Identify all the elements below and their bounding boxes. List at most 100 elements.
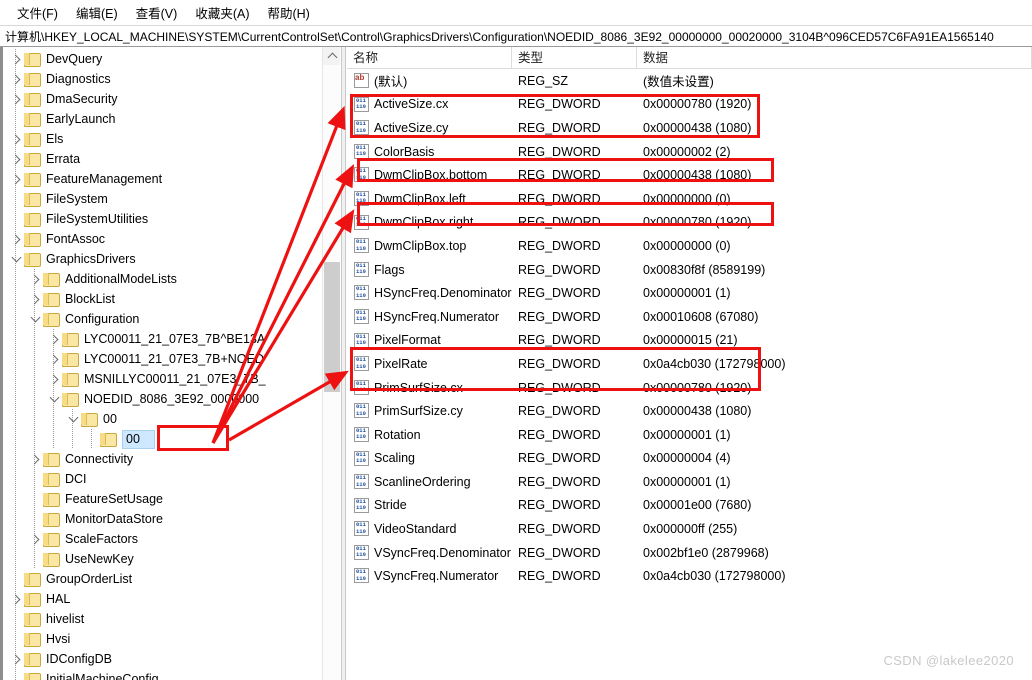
address-bar[interactable]: 计算机\HKEY_LOCAL_MACHINE\SYSTEM\CurrentCon…	[0, 25, 1032, 47]
tree-item[interactable]: FeatureManagement	[0, 169, 322, 189]
tree-item[interactable]: FileSystem	[0, 189, 322, 209]
scroll-up-button[interactable]	[323, 47, 340, 65]
tree-item[interactable]: InitialMachineConfig	[0, 669, 322, 680]
value-type: REG_DWORD	[518, 522, 601, 537]
tree-item[interactable]: FontAssoc	[0, 229, 322, 249]
folder-icon	[24, 172, 41, 187]
table-row[interactable]: Scaling REG_DWORD 0x00000004 (4)	[347, 447, 1032, 471]
column-header-name[interactable]: 名称	[347, 47, 512, 69]
table-row[interactable]: PixelRate REG_DWORD 0x0a4cb030 (172798000)	[347, 352, 1032, 376]
tree-item[interactable]: FileSystemUtilities	[0, 209, 322, 229]
tree-item[interactable]: LYC00011_21_07E3_7B+NOED	[0, 349, 322, 369]
table-row[interactable]: Stride REG_DWORD 0x00001e00 (7680)	[347, 494, 1032, 518]
chevron-right-icon[interactable]	[8, 89, 24, 109]
column-header-type[interactable]: 类型	[512, 47, 637, 69]
chevron-right-icon[interactable]	[8, 229, 24, 249]
tree-item[interactable]: DevQuery	[0, 49, 322, 69]
menu-favorites[interactable]: 收藏夹(A)	[186, 0, 258, 25]
table-row[interactable]: VSyncFreq.Denominator REG_DWORD 0x002bf1e0…	[347, 541, 1032, 565]
scrollbar-thumb[interactable]	[324, 262, 340, 392]
chevron-right-icon[interactable]	[27, 269, 43, 289]
chevron-right-icon[interactable]	[46, 349, 62, 369]
chevron-right-icon[interactable]	[8, 649, 24, 669]
tree-item-selected[interactable]: 00	[0, 429, 322, 449]
tree-item[interactable]: UseNewKey	[0, 549, 322, 569]
menu-file[interactable]: 文件(F)	[8, 0, 67, 25]
tree-guide-line	[15, 269, 16, 289]
tree-item[interactable]: ScaleFactors	[0, 529, 322, 549]
table-row[interactable]: PrimSurfSize.cx REG_DWORD 0x00000780 (1920…	[347, 376, 1032, 400]
tree-item[interactable]: MSNILLYC00011_21_07E3_7B_	[0, 369, 322, 389]
value-name: (默认)	[374, 75, 408, 90]
tree-item[interactable]: DmaSecurity	[0, 89, 322, 109]
table-row[interactable]: ScanlineOrdering REG_DWORD 0x00000001 (1)	[347, 470, 1032, 494]
chevron-right-icon[interactable]	[27, 449, 43, 469]
table-row[interactable]: PixelFormat REG_DWORD 0x00000015 (21)	[347, 329, 1032, 353]
table-row[interactable]: ColorBasis REG_DWORD 0x00000002 (2)	[347, 140, 1032, 164]
chevron-right-icon[interactable]	[27, 529, 43, 549]
chevron-down-icon[interactable]	[27, 309, 43, 329]
table-row[interactable]: Rotation REG_DWORD 0x00000001 (1)	[347, 423, 1032, 447]
chevron-right-icon[interactable]	[8, 129, 24, 149]
chevron-down-icon[interactable]	[65, 409, 81, 429]
chevron-down-icon[interactable]	[46, 389, 62, 409]
chevron-right-icon[interactable]	[8, 149, 24, 169]
tree-item[interactable]: 00	[0, 409, 322, 429]
chevron-right-icon[interactable]	[8, 589, 24, 609]
chevron-right-icon[interactable]	[46, 369, 62, 389]
tree-vertical-scrollbar[interactable]	[322, 47, 340, 680]
value-list-pane: 名称 类型 数据 (默认) REG_SZ (数值未设置) ActiveSize.cx R…	[347, 47, 1032, 680]
table-row[interactable]: DwmClipBox.bottom REG_DWORD 0x00000438 (10…	[347, 163, 1032, 187]
pane-splitter[interactable]	[341, 47, 346, 680]
tree-item[interactable]: FeatureSetUsage	[0, 489, 322, 509]
tree-item[interactable]: Diagnostics	[0, 69, 322, 89]
table-row[interactable]: DwmClipBox.top REG_DWORD 0x00000000 (0)	[347, 234, 1032, 258]
tree-item[interactable]: LYC00011_21_07E3_7B^BE13A	[0, 329, 322, 349]
table-row[interactable]: ActiveSize.cy REG_DWORD 0x00000438 (1080)	[347, 116, 1032, 140]
value-data: 0x00000780 (1920)	[643, 380, 752, 395]
tree-item[interactable]: MonitorDataStore	[0, 509, 322, 529]
tree-item[interactable]: AdditionalModeLists	[0, 269, 322, 289]
tree-leaf-spacer	[8, 669, 24, 680]
chevron-right-icon[interactable]	[8, 169, 24, 189]
menu-help[interactable]: 帮助(H)	[258, 0, 318, 25]
table-row[interactable]: DwmClipBox.right REG_DWORD 0x00000780 (192…	[347, 211, 1032, 235]
tree-item[interactable]: DCI	[0, 469, 322, 489]
table-row[interactable]: ActiveSize.cx REG_DWORD 0x00000780 (1920)	[347, 93, 1032, 117]
menu-edit[interactable]: 编辑(E)	[67, 0, 127, 25]
tree-item[interactable]: EarlyLaunch	[0, 109, 322, 129]
chevron-right-icon[interactable]	[46, 329, 62, 349]
column-header-data[interactable]: 数据	[637, 47, 1032, 69]
chevron-down-icon[interactable]	[8, 249, 24, 269]
folder-icon	[43, 512, 60, 527]
tree-item[interactable]: NOEDID_8086_3E92_0000000	[0, 389, 322, 409]
value-data: 0x002bf1e0 (2879968)	[643, 545, 769, 560]
tree-item[interactable]: Errata	[0, 149, 322, 169]
chevron-right-icon[interactable]	[8, 49, 24, 69]
table-row[interactable]: HSyncFreq.Denominator REG_DWORD 0x00000001…	[347, 281, 1032, 305]
value-name: ColorBasis	[374, 144, 435, 159]
table-row[interactable]: PrimSurfSize.cy REG_DWORD 0x00000438 (1080…	[347, 399, 1032, 423]
tree-item[interactable]: hivelist	[0, 609, 322, 629]
table-row[interactable]: DwmClipBox.left REG_DWORD 0x00000000 (0)	[347, 187, 1032, 211]
chevron-right-icon[interactable]	[8, 69, 24, 89]
table-row[interactable]: VSyncFreq.Numerator REG_DWORD 0x0a4cb030 (…	[347, 564, 1032, 588]
tree-item[interactable]: GraphicsDrivers	[0, 249, 322, 269]
registry-key-tree[interactable]: DevQuery Diagnostics DmaSecurity EarlyLaunc…	[0, 47, 322, 680]
tree-item[interactable]: GroupOrderList	[0, 569, 322, 589]
tree-item[interactable]: HAL	[0, 589, 322, 609]
menu-view[interactable]: 查看(V)	[127, 0, 187, 25]
table-row[interactable]: VideoStandard REG_DWORD 0x000000ff (255)	[347, 517, 1032, 541]
table-row[interactable]: (默认) REG_SZ (数值未设置)	[347, 69, 1032, 93]
tree-item[interactable]: Els	[0, 129, 322, 149]
table-row[interactable]: HSyncFreq.Numerator REG_DWORD 0x00010608 (…	[347, 305, 1032, 329]
tree-item[interactable]: Connectivity	[0, 449, 322, 469]
table-row[interactable]: Flags REG_DWORD 0x00830f8f (8589199)	[347, 258, 1032, 282]
tree-item[interactable]: Configuration	[0, 309, 322, 329]
tree-item[interactable]: Hvsi	[0, 629, 322, 649]
tree-item[interactable]: IDConfigDB	[0, 649, 322, 669]
chevron-right-icon[interactable]	[27, 289, 43, 309]
tree-item[interactable]: BlockList	[0, 289, 322, 309]
folder-icon	[62, 372, 79, 387]
tree-guide-line	[15, 669, 16, 680]
